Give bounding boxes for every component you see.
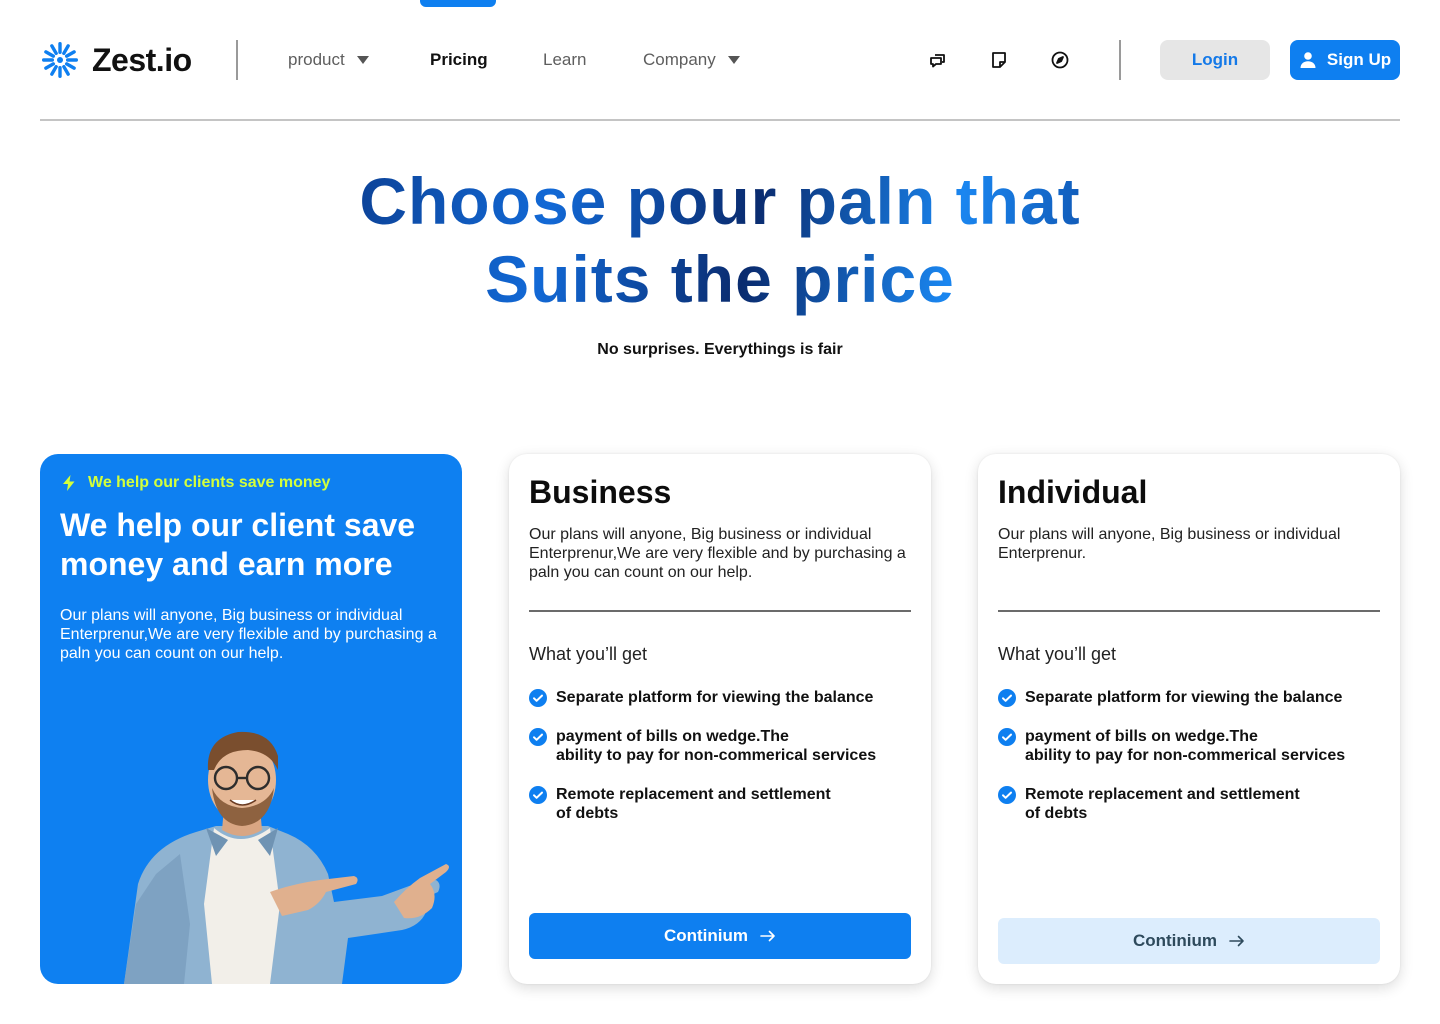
promo-badge: We help our clients save money [60,474,330,492]
check-circle-icon [529,689,547,707]
nav-item-learn[interactable]: Learn [543,40,586,80]
header-divider [40,119,1400,121]
hero-title-line2: Suits the price [485,242,955,316]
continue-button[interactable]: Continium [529,913,911,959]
feature-item: Remote replacement and settlement of deb… [998,785,1378,823]
features-heading: What you’ll get [529,644,648,664]
arrow-right-icon [1229,935,1244,947]
feature-item: Separate platform for viewing the balanc… [998,688,1378,707]
check-circle-icon [998,786,1016,804]
brand-logo[interactable]: Zest.io [40,40,192,80]
brand-name: Zest.io [92,41,192,78]
check-circle-icon [998,689,1016,707]
feature-item: Separate platform for viewing the balanc… [529,688,909,707]
promo-badge-text: We help our clients save money [88,474,331,491]
check-circle-icon [529,728,547,746]
arrow-right-icon [760,930,775,942]
check-circle-icon [529,786,547,804]
feature-item: Remote replacement and settlement of deb… [529,785,909,823]
feature-text: Separate platform for viewing the balanc… [556,689,874,706]
hero-title-line1: Choose pour paln that [359,164,1081,238]
lightning-icon [63,475,75,491]
promo-card: We help our clients save money We help o… [40,454,462,984]
feature-text: payment of bills on wedge.The ability to… [556,728,877,764]
features-heading: What you’ll get [998,644,1117,664]
nav-item-pricing[interactable]: Pricing [430,40,488,80]
nav-item-label: Learn [543,50,587,69]
check-circle-icon [998,728,1016,746]
note-icon[interactable] [987,48,1011,72]
plan-divider [529,610,911,612]
starburst-logo-icon [42,42,78,78]
nav-item-label: Pricing [430,50,488,69]
plan-card-individual: Individual Our plans will anyone, Big bu… [978,454,1400,984]
promo-title: We help our client save money and earn m… [60,507,416,582]
hero-title: Choose pour paln that Suits the price [0,162,1440,318]
caret-down-icon [727,56,740,64]
feature-item: payment of bills on wedge.The ability to… [529,727,909,765]
compass-icon[interactable] [1048,48,1072,72]
plan-divider [998,610,1380,612]
smiling-man-pointing-photo [124,731,449,984]
feature-item: payment of bills on wedge.The ability to… [998,727,1378,765]
nav-divider [1119,40,1121,80]
hero-subtitle: No surprises. Everythings is fair [597,341,843,358]
plan-card-business: Business Our plans will anyone, Big busi… [509,454,931,984]
continue-button[interactable]: Continium [998,918,1380,964]
continue-label: Continium [663,926,749,945]
plan-description: Our plans will anyone, Big business or i… [998,526,1341,562]
nav-item-label: Company [643,50,716,69]
promo-description: Our plans will anyone, Big business or i… [60,607,437,662]
plan-description: Our plans will anyone, Big business or i… [529,526,906,581]
feature-text: payment of bills on wedge.The ability to… [1025,728,1346,764]
plan-title: Individual [998,474,1148,510]
nav-divider [236,40,238,80]
signup-label: Sign Up [1326,50,1392,69]
nav-item-label: product [288,50,345,69]
user-icon [1300,52,1316,68]
plan-title: Business [529,474,672,510]
signup-button[interactable]: Sign Up [1290,40,1400,80]
chat-bubbles-icon[interactable] [926,48,950,72]
feature-text: Remote replacement and settlement of deb… [556,786,831,822]
continue-label: Continium [1132,931,1218,950]
login-button[interactable]: Login [1160,40,1270,80]
top-navbar: Zest.io product Pricing Learn Company Lo… [40,40,1400,80]
feature-text: Separate platform for viewing the balanc… [1025,689,1343,706]
nav-item-product[interactable]: product [288,40,369,80]
active-nav-indicator [420,0,496,7]
feature-text: Remote replacement and settlement of deb… [1025,786,1300,822]
caret-down-icon [356,56,369,64]
nav-item-company[interactable]: Company [643,40,740,80]
